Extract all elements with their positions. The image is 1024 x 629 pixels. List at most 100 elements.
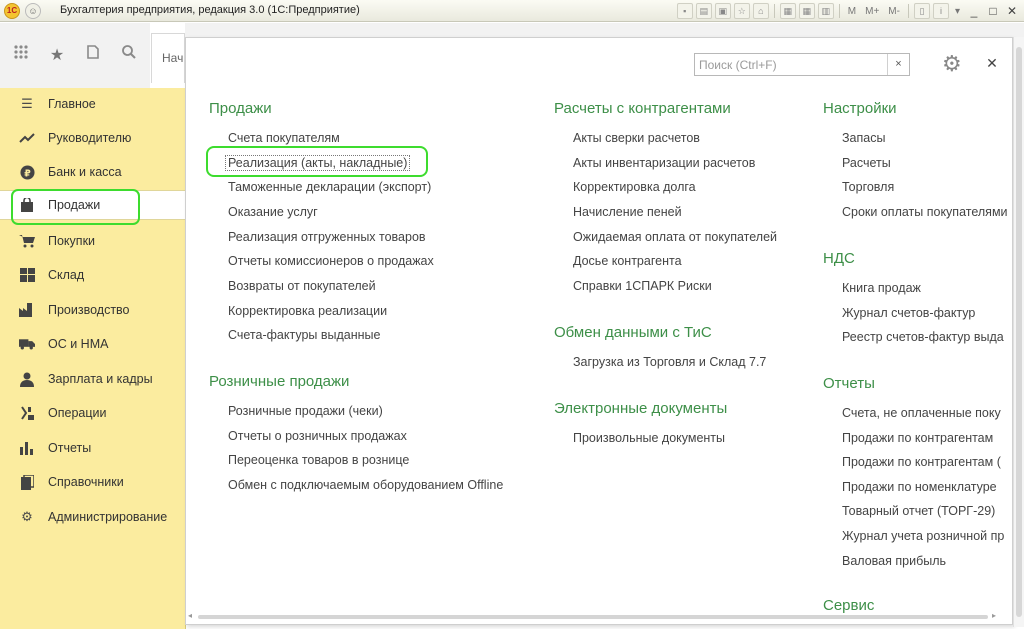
memory-minus-button[interactable]: M-: [885, 6, 903, 17]
link-trade-settings[interactable]: Торговля: [842, 180, 894, 194]
link-customer-returns[interactable]: Возвраты от покупателей: [228, 279, 376, 293]
sidebar-item-label: Операции: [48, 406, 107, 420]
sidebar-item-reports[interactable]: Отчеты: [0, 433, 186, 463]
link-retail-revaluation[interactable]: Переоценка товаров в рознице: [228, 453, 409, 467]
ruble-coin-icon: ₽: [19, 164, 35, 180]
sidebar-item-purchases[interactable]: Покупки: [0, 226, 186, 256]
minimize-icon[interactable]: _: [966, 4, 982, 18]
maximize-icon[interactable]: □: [985, 4, 1001, 18]
sidebar-item-fixed-assets[interactable]: ОС и НМА: [0, 329, 186, 359]
link-sales-adjustment[interactable]: Корректировка реализации: [228, 304, 387, 318]
close-panel-icon[interactable]: ✕: [984, 55, 1000, 71]
link-invoice-journal[interactable]: Журнал счетов-фактур: [842, 306, 975, 320]
link-debt-adjustment[interactable]: Корректировка долга: [573, 180, 696, 194]
sidebar-item-label: Покупки: [48, 234, 96, 248]
link-services[interactable]: Оказание услуг: [228, 205, 318, 219]
window-close-icon[interactable]: ✕: [1004, 4, 1020, 18]
app-logo-icon[interactable]: 1С: [4, 3, 20, 19]
scrollbar-thumb[interactable]: [1016, 47, 1022, 617]
memory-m-button[interactable]: M: [845, 6, 859, 17]
print-icon[interactable]: ▤: [695, 3, 712, 19]
star-icon[interactable]: ★: [44, 43, 70, 69]
operations-icon: [19, 405, 35, 421]
link-sales-by-counterparty-2[interactable]: Продажи по контрагентам (: [842, 455, 1001, 469]
link-unpaid-invoices[interactable]: Счета, не оплаченные поку: [842, 406, 1001, 420]
link-sales-by-item[interactable]: Продажи по номенклатуре: [842, 480, 997, 494]
sidebar-item-bank[interactable]: ₽ Банк и касса: [0, 157, 186, 187]
memory-plus-button[interactable]: M+: [862, 6, 882, 17]
link-shipped-goods-sales[interactable]: Реализация отгруженных товаров: [228, 230, 426, 244]
horizontal-scrollbar[interactable]: ◂ ▸: [186, 611, 1013, 622]
link-sales-acts-waybills[interactable]: Реализация (акты, накладные): [225, 155, 411, 171]
grid-menu-icon[interactable]: [8, 43, 34, 69]
link-commission-reports[interactable]: Отчеты комиссионеров о продажах: [228, 254, 434, 268]
sidebar-item-label: Производство: [48, 303, 130, 317]
link-retail-reports[interactable]: Отчеты о розничных продажах: [228, 429, 407, 443]
sidebar-item-label: ОС и НМА: [48, 337, 109, 351]
sidebar-item-operations[interactable]: Операции: [0, 398, 186, 428]
sidebar-item-manager[interactable]: Руководителю: [0, 123, 186, 153]
save-icon[interactable]: ▪: [676, 3, 693, 19]
section-title-sales: Продажи: [209, 100, 272, 117]
link-sales-by-counterparty[interactable]: Продажи по контрагентам: [842, 431, 993, 445]
calculator-icon[interactable]: ▦: [798, 3, 815, 19]
sidebar-item-sales[interactable]: Продажи: [0, 190, 186, 220]
sidebar-item-directories[interactable]: Справочники: [0, 467, 186, 497]
link-expected-payment[interactable]: Ожидаемая оплата от покупателей: [573, 230, 777, 244]
menu-lines-icon: ☰: [21, 96, 33, 111]
main-menu-button[interactable]: ☺: [25, 3, 41, 19]
link-tis-import[interactable]: Загрузка из Торговля и Склад 7.7: [573, 355, 766, 369]
link-customs-declarations[interactable]: Таможенные декларации (экспорт): [228, 180, 431, 194]
sections-sidebar: ☰ Главное Руководителю ₽ Банк и касса Пр…: [0, 88, 186, 629]
sidebar-item-label: Банк и касса: [48, 165, 122, 179]
person-icon: [19, 371, 35, 387]
link-spark-risks[interactable]: Справки 1СПАРК Риски: [573, 279, 712, 293]
scrollbar-track[interactable]: [198, 615, 988, 619]
search-icon[interactable]: [116, 43, 142, 69]
sidebar-item-salary[interactable]: Зарплата и кадры: [0, 364, 186, 394]
link-retail-journal[interactable]: Журнал учета розничной пр: [842, 529, 1004, 543]
clear-search-icon[interactable]: ×: [887, 54, 909, 75]
link-sales-book[interactable]: Книга продаж: [842, 281, 921, 295]
sidebar-item-warehouse[interactable]: Склад: [0, 260, 186, 290]
preview-icon[interactable]: ▣: [714, 3, 731, 19]
book-icon: [19, 474, 35, 490]
chevron-down-icon[interactable]: ▾: [952, 6, 963, 17]
link-penalties[interactable]: Начисление пеней: [573, 205, 682, 219]
calendar-icon[interactable]: ▦: [779, 3, 796, 19]
sidebar-item-administration[interactable]: ⚙ Администрирование: [0, 502, 186, 532]
section-toolbar: ★: [0, 23, 150, 89]
history-icon[interactable]: [80, 43, 106, 69]
link-torg29[interactable]: Товарный отчет (ТОРГ-29): [842, 504, 995, 518]
scroll-right-icon[interactable]: ▸: [992, 611, 996, 620]
link-counterparty-dossier[interactable]: Досье контрагента: [573, 254, 682, 268]
link-offline-equipment[interactable]: Обмен с подключаемым оборудованием Offli…: [228, 478, 503, 492]
link-gross-profit[interactable]: Валовая прибыль: [842, 554, 946, 568]
panels-icon[interactable]: ▯: [913, 3, 930, 19]
sidebar-item-label: Зарплата и кадры: [48, 372, 153, 386]
info-icon[interactable]: i: [932, 3, 949, 19]
tab-start-page[interactable]: Нач: [151, 33, 185, 83]
vertical-scrollbar[interactable]: [1013, 37, 1024, 627]
link-stocks[interactable]: Запасы: [842, 131, 885, 145]
link-settlements-settings[interactable]: Расчеты: [842, 156, 891, 170]
favorites-icon[interactable]: ☆: [733, 3, 750, 19]
link-invoice-registry[interactable]: Реестр счетов-фактур выда: [842, 330, 1004, 344]
sidebar-item-main[interactable]: ☰ Главное: [0, 89, 186, 119]
cart-icon: [19, 233, 35, 249]
link-reconciliation-acts[interactable]: Акты сверки расчетов: [573, 131, 700, 145]
sidebar-item-production[interactable]: Производство: [0, 295, 186, 325]
settings-gear-icon[interactable]: ⚙: [942, 52, 970, 78]
link-inventory-acts[interactable]: Акты инвентаризации расчетов: [573, 156, 755, 170]
links-icon[interactable]: ⌂: [752, 3, 769, 19]
search-input[interactable]: [695, 54, 887, 75]
scroll-left-icon[interactable]: ◂: [188, 611, 192, 620]
link-customer-invoices[interactable]: Счета покупателям: [228, 131, 340, 145]
link-arbitrary-documents[interactable]: Произвольные документы: [573, 431, 725, 445]
factory-icon: [19, 302, 35, 318]
compare-icon[interactable]: ▥: [817, 3, 834, 19]
link-payment-terms[interactable]: Сроки оплаты покупателями: [842, 205, 1008, 219]
link-retail-receipts[interactable]: Розничные продажи (чеки): [228, 404, 383, 418]
link-issued-invoices[interactable]: Счета-фактуры выданные: [228, 328, 380, 342]
truck-icon: [19, 336, 35, 352]
